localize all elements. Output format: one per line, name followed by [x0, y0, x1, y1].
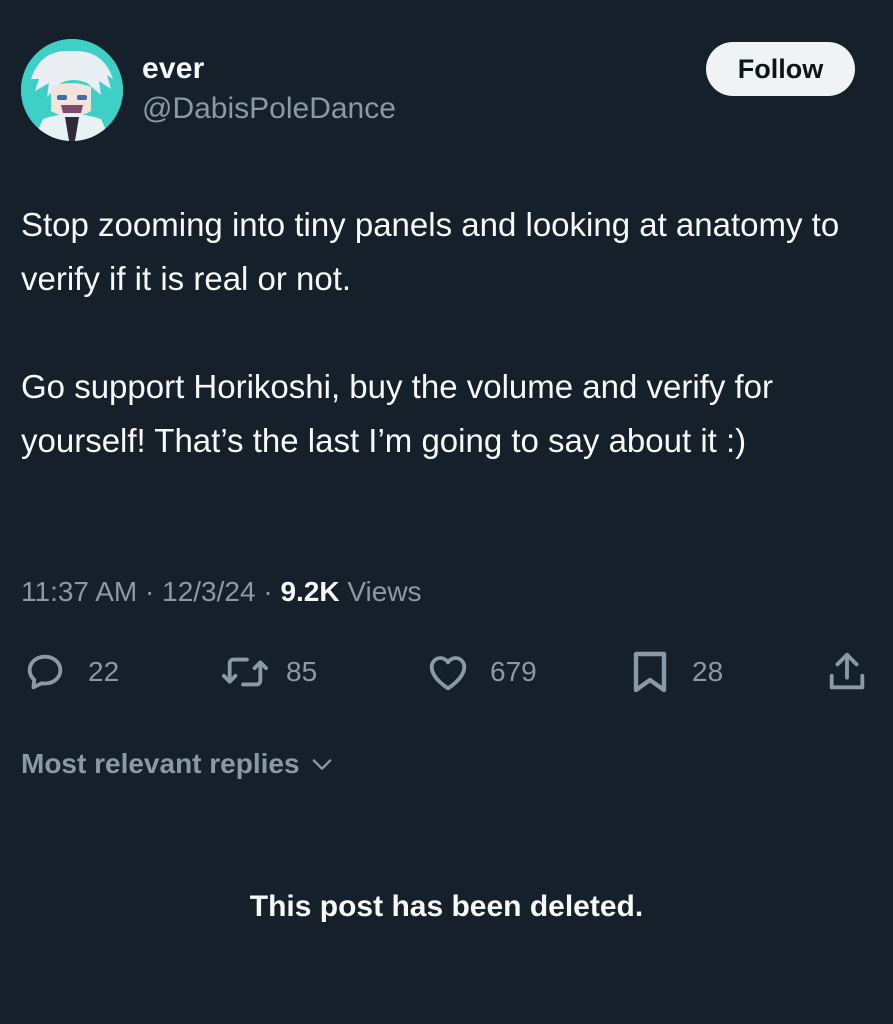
post-paragraph: Stop zooming into tiny panels and lookin… — [21, 206, 840, 297]
avatar[interactable] — [21, 39, 123, 141]
replies-sort-label: Most relevant replies — [21, 748, 300, 779]
share-button[interactable] — [824, 648, 870, 696]
bookmark-count: 28 — [692, 656, 724, 687]
replies-sort-dropdown[interactable]: Most relevant replies — [21, 748, 336, 780]
repost-icon — [220, 649, 270, 695]
reply-button[interactable]: 22 — [22, 648, 119, 696]
reply-count: 22 — [88, 656, 120, 687]
bookmark-button[interactable]: 28 — [628, 648, 723, 696]
post-time[interactable]: 11:37 AM — [21, 576, 137, 607]
post-text: Stop zooming into tiny panels and lookin… — [21, 198, 871, 468]
chevron-down-icon — [308, 750, 336, 778]
post-metadata: 11:37 AM · 12/3/24 · 9.2K Views — [21, 576, 422, 608]
repost-button[interactable]: 85 — [220, 648, 317, 696]
repost-count: 85 — [286, 656, 318, 687]
like-count: 679 — [490, 656, 537, 687]
post-paragraph: Go support Horikoshi, buy the volume and… — [21, 368, 774, 459]
meta-separator: · — [263, 576, 273, 607]
views-label: Views — [347, 576, 422, 607]
heart-icon — [424, 649, 472, 695]
bookmark-icon — [628, 648, 672, 696]
action-bar: 22 85 679 28 — [0, 648, 893, 696]
deleted-post-notice: This post has been deleted. — [249, 890, 644, 923]
follow-button[interactable]: Follow — [706, 42, 855, 96]
post-date[interactable]: 12/3/24 — [162, 576, 255, 607]
display-name[interactable]: ever — [142, 52, 205, 86]
reply-icon — [22, 649, 68, 695]
like-button[interactable]: 679 — [424, 648, 537, 696]
avatar-image — [21, 39, 123, 141]
meta-separator: · — [145, 576, 155, 607]
views-count: 9.2K — [280, 576, 340, 607]
share-icon — [824, 649, 870, 695]
user-handle[interactable]: @DabisPoleDance — [142, 92, 396, 126]
